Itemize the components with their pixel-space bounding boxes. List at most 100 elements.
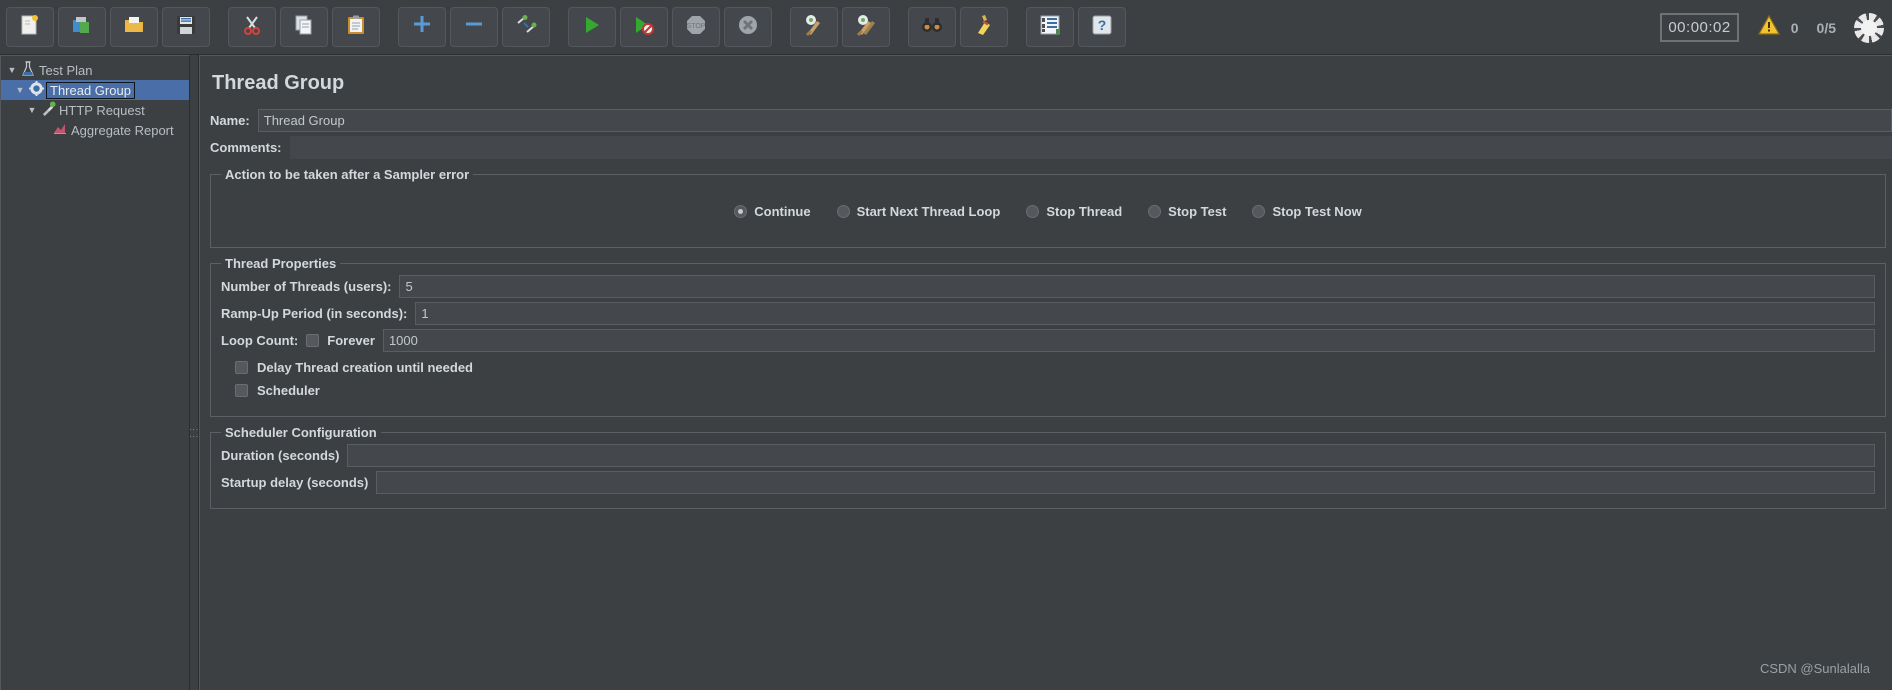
tree-node-label: Test Plan [39, 62, 93, 78]
radio-stop-test-now[interactable]: Stop Test Now [1252, 204, 1362, 219]
radio-start-next-thread-loop[interactable]: Start Next Thread Loop [836, 204, 1001, 219]
delay-thread-row[interactable]: Delay Thread creation until needed [235, 360, 1875, 375]
active-thread-count: 0/5 [1816, 19, 1836, 36]
radio-label: Stop Test Now [1272, 204, 1362, 219]
chart-icon [51, 122, 69, 138]
flask-icon [19, 60, 37, 80]
gear-broom-all-icon [854, 13, 878, 41]
tree-node-label: HTTP Request [59, 102, 145, 118]
start-button[interactable] [568, 7, 616, 47]
thread-properties-group: Thread Properties Number of Threads (use… [210, 256, 1886, 417]
gear-broom-icon [802, 13, 826, 41]
scheduler-row[interactable]: Scheduler [235, 383, 1875, 398]
delay-thread-checkbox[interactable] [235, 361, 248, 374]
stop-button[interactable]: STOP [672, 7, 720, 47]
toolbar: STOP ? 00:00:02 0 0/5 [0, 0, 1892, 55]
ramp-up-label: Ramp-Up Period (in seconds): [221, 306, 408, 321]
shutdown-icon [736, 13, 760, 41]
radio-label: Stop Thread [1046, 204, 1123, 219]
loop-count-input[interactable] [382, 329, 1875, 352]
split-divider[interactable] [189, 55, 199, 690]
radio-dot-icon[interactable] [1148, 205, 1162, 218]
reset-search-button[interactable] [960, 7, 1008, 47]
radio-dot-icon[interactable] [836, 205, 850, 218]
copy-button[interactable] [280, 7, 328, 47]
help-icon: ? [1090, 13, 1114, 41]
loop-count-label: Loop Count: [221, 333, 299, 348]
name-input[interactable] [257, 109, 1892, 132]
tree-node-aggregate-report[interactable]: ▼ Aggregate Report [1, 120, 189, 140]
twisty-icon[interactable]: ▼ [25, 105, 39, 115]
play-icon [581, 14, 603, 40]
help-button[interactable]: ? [1078, 7, 1126, 47]
save-button[interactable] [162, 7, 210, 47]
plus-icon [410, 12, 434, 42]
twisty-icon[interactable]: ▼ [5, 65, 19, 75]
shutdown-button[interactable] [724, 7, 772, 47]
collapse-all-button[interactable] [450, 7, 498, 47]
twisty-icon[interactable]: ▼ [13, 85, 27, 95]
radio-dot-icon[interactable] [1026, 205, 1040, 218]
scheduler-label: Scheduler [257, 383, 320, 398]
thread-group-editor: Thread Group Name: Comments: Action to b… [199, 55, 1892, 690]
radio-dot-icon[interactable] [734, 205, 748, 218]
warning-status[interactable]: 0 [1757, 14, 1799, 41]
cut-button[interactable] [228, 7, 276, 47]
tree-node-thread-group[interactable]: ▼ Thread Group [1, 80, 189, 100]
start-no-pauses-button[interactable] [620, 7, 668, 47]
paste-button[interactable] [332, 7, 380, 47]
toggle-button[interactable] [502, 7, 550, 47]
minus-icon [462, 12, 486, 42]
clear-all-button[interactable] [842, 7, 890, 47]
broom-icon [972, 13, 996, 41]
startup-delay-row: Startup delay (seconds) [221, 471, 1875, 494]
open-button[interactable] [110, 7, 158, 47]
radio-label: Start Next Thread Loop [856, 204, 1001, 219]
running-indicator-icon[interactable] [1854, 12, 1884, 43]
duration-row: Duration (seconds) [221, 444, 1875, 467]
startup-delay-input[interactable] [376, 471, 1875, 494]
num-threads-input[interactable] [399, 275, 1875, 298]
sampler-error-group: Action to be taken after a Sampler error… [210, 167, 1886, 248]
clipboard-icon [345, 14, 367, 40]
sampler-error-radio-row: Continue Start Next Thread Loop Stop Thr… [221, 186, 1875, 237]
radio-stop-test[interactable]: Stop Test [1148, 204, 1226, 219]
test-plan-tree[interactable]: ▼ Test Plan ▼ Thread Group ▼ HTTP Reques… [0, 55, 190, 690]
scheduler-checkbox[interactable] [235, 384, 248, 397]
radio-label: Stop Test [1168, 204, 1227, 219]
play-no-pause-icon [633, 14, 655, 40]
sampler-error-legend: Action to be taken after a Sampler error [225, 167, 470, 182]
radio-continue[interactable]: Continue [734, 204, 811, 219]
new-test-plan-button[interactable] [6, 7, 54, 47]
ramp-up-input[interactable] [415, 302, 1875, 325]
tree-node-http-request[interactable]: ▼ HTTP Request [1, 100, 189, 120]
tree-node-test-plan[interactable]: ▼ Test Plan [1, 60, 189, 80]
tree-node-label: Thread Group [46, 81, 135, 99]
name-row: Name: [210, 109, 1892, 132]
radio-dot-icon[interactable] [1252, 205, 1266, 218]
clear-button[interactable] [790, 7, 838, 47]
stop-sign-icon: STOP [684, 13, 708, 41]
function-helper-button[interactable] [1026, 7, 1074, 47]
tree-node-label: Aggregate Report [71, 122, 174, 138]
open-folder-icon [123, 14, 145, 40]
warning-count: 0 [1790, 19, 1799, 36]
comments-input[interactable] [289, 136, 1892, 159]
svg-text:STOP: STOP [687, 23, 706, 30]
elapsed-timer: 00:00:02 [1660, 13, 1739, 42]
binoculars-icon [920, 13, 944, 41]
duration-label: Duration (seconds) [221, 448, 340, 463]
scheduler-configuration-group: Scheduler Configuration Duration (second… [210, 425, 1886, 509]
templates-icon [71, 14, 93, 40]
forever-checkbox[interactable] [306, 334, 320, 347]
expand-all-button[interactable] [398, 7, 446, 47]
templates-button[interactable] [58, 7, 106, 47]
list-panel-icon [1038, 13, 1062, 41]
num-threads-label: Number of Threads (users): [221, 279, 392, 294]
search-button[interactable] [908, 7, 956, 47]
toggle-icon [515, 14, 537, 40]
toolbar-status-area: 00:00:02 0 0/5 [1660, 0, 1888, 55]
radio-stop-thread[interactable]: Stop Thread [1026, 204, 1122, 219]
new-document-icon [19, 14, 41, 40]
duration-input[interactable] [347, 444, 1875, 467]
